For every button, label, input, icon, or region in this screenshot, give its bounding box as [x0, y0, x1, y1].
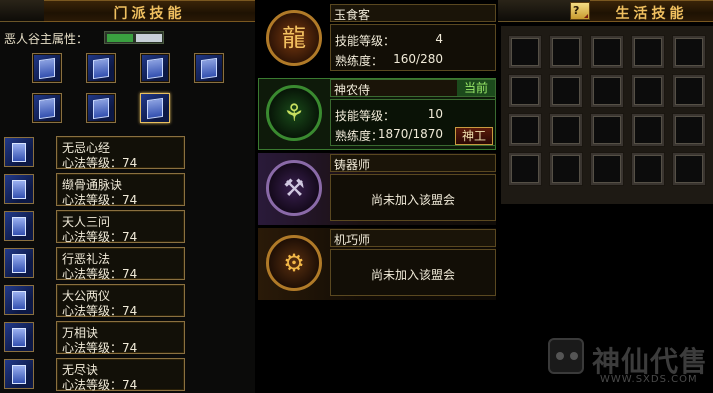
skill-card: 无尽诀 心法等级：74: [56, 358, 185, 392]
skill-book-icon[interactable]: [32, 93, 62, 123]
life-skill-slot[interactable]: [550, 36, 582, 68]
proficiency-label: 熟练度：: [335, 129, 384, 143]
life-skill-slot[interactable]: [591, 114, 623, 146]
sect-skill-row[interactable]: 行恶礼法 心法等级：74: [0, 247, 186, 281]
skill-book-icon: [4, 322, 34, 352]
skill-level: 心法等级：74: [62, 193, 138, 207]
sect-skill-row[interactable]: 无尽诀 心法等级：74: [0, 358, 186, 392]
skill-card: 大公两仪 心法等级：74: [56, 284, 185, 318]
profession-header: 机巧师: [330, 229, 496, 247]
skill-book-icon: [4, 248, 34, 278]
skill-book-icon[interactable]: [194, 53, 224, 83]
skill-level-label: 技能等级：: [335, 109, 396, 123]
life-skill-slot[interactable]: [550, 75, 582, 107]
life-skill-slot[interactable]: [591, 36, 623, 68]
life-skill-slot[interactable]: [591, 153, 623, 185]
skill-book-icon: [4, 137, 34, 167]
dragon-emblem-icon: 龍: [260, 4, 328, 72]
profession-body: 尚未加入该盟会: [330, 174, 496, 221]
shengong-button[interactable]: 神工: [455, 127, 493, 145]
profession-card-zhuqishi[interactable]: ⚒ 铸器师 尚未加入该盟会: [258, 153, 496, 225]
life-skill-slot[interactable]: [632, 36, 664, 68]
skill-book-icon: [4, 359, 34, 389]
profession-card-jiqiaoshi[interactable]: ⚙ 机巧师 尚未加入该盟会: [258, 228, 496, 300]
profession-body: 技能等级： 10 熟练度： 1870/1870 神工: [330, 99, 496, 146]
profession-name: 玉食客: [334, 8, 371, 22]
sect-property-label: 恶人谷主属性：: [4, 32, 89, 46]
mascot-icon: [548, 338, 584, 374]
life-skill-slot[interactable]: [632, 75, 664, 107]
life-skill-slot[interactable]: [632, 153, 664, 185]
skill-level: 心法等级：74: [62, 156, 138, 170]
help-icon: ?: [573, 4, 580, 17]
life-skill-slot[interactable]: [509, 36, 541, 68]
profession-header: 神农侍 当前: [330, 79, 496, 97]
gear-emblem-icon: ⚙: [260, 229, 328, 297]
skill-book-icon: [4, 174, 34, 204]
profession-header: 玉食客: [330, 4, 496, 22]
life-skill-slot[interactable]: [591, 75, 623, 107]
skill-book-icon[interactable]: [140, 53, 170, 83]
skill-card: 万相诀 心法等级：74: [56, 321, 185, 355]
sect-skill-row[interactable]: 天人三问 心法等级：74: [0, 210, 186, 244]
sect-skill-row[interactable]: 缬骨通脉诀 心法等级：74: [0, 173, 186, 207]
life-skill-slot[interactable]: [509, 114, 541, 146]
skill-book-icon: [4, 211, 34, 241]
skill-card: 缬骨通脉诀 心法等级：74: [56, 173, 185, 207]
skill-level-value: 10: [427, 107, 443, 121]
skill-card: 天人三问 心法等级：74: [56, 210, 185, 244]
life-skill-slot[interactable]: [550, 114, 582, 146]
life-skill-slot[interactable]: [673, 36, 705, 68]
profession-name: 神农侍: [334, 83, 371, 97]
life-skill-slot[interactable]: [673, 75, 705, 107]
proficiency-value: 1870/1870: [377, 127, 443, 141]
skill-level: 心法等级：74: [62, 230, 138, 244]
life-skill-slot[interactable]: [632, 114, 664, 146]
skill-level: 心法等级：74: [62, 267, 138, 281]
profession-card-yushike[interactable]: 龍 玉食客 技能等级： 4 熟练度： 160/280: [258, 3, 496, 75]
skill-level-label: 技能等级：: [335, 34, 396, 48]
left-panel-frame: [0, 0, 44, 22]
forge-emblem-icon: ⚒: [260, 154, 328, 222]
skill-card: 行恶礼法 心法等级：74: [56, 247, 185, 281]
life-skill-slot[interactable]: [550, 153, 582, 185]
profession-name: 铸器师: [334, 158, 371, 172]
sect-skill-row[interactable]: 无忌心经 心法等级：74: [0, 136, 186, 170]
life-skill-slot[interactable]: [509, 75, 541, 107]
skill-level: 心法等级：74: [62, 341, 138, 355]
skill-book-icon[interactable]: [86, 53, 116, 83]
profession-name: 机巧师: [334, 233, 371, 247]
skill-level: 心法等级：74: [62, 304, 138, 318]
profession-body: 尚未加入该盟会: [330, 249, 496, 296]
sect-skill-row[interactable]: 大公两仪 心法等级：74: [0, 284, 186, 318]
life-help-button[interactable]: ?: [570, 2, 590, 20]
sect-skill-title-bar: 门派技能: [44, 0, 255, 22]
sect-property-badge: [104, 31, 164, 44]
proficiency-value: 160/280: [393, 52, 443, 66]
sect-skill-row[interactable]: 万相诀 心法等级：74: [0, 321, 186, 355]
profession-body: 技能等级： 4 熟练度： 160/280: [330, 24, 496, 71]
profession-card-shennongshi[interactable]: ⚘ 神农侍 当前 技能等级： 10 熟练度： 1870/1870 神工: [258, 78, 496, 150]
watermark-logo: 神仙代售 WWW.SXDS.COM: [548, 338, 713, 393]
not-joined-message: 尚未加入该盟会: [370, 193, 455, 207]
not-joined-message: 尚未加入该盟会: [370, 268, 455, 282]
life-skill-title-bar: 生活技能: [590, 0, 713, 22]
skill-book-icon[interactable]: [86, 93, 116, 123]
skill-card: 无忌心经 心法等级：74: [56, 136, 185, 170]
skill-level-value: 4: [435, 32, 443, 46]
life-skill-slot[interactable]: [673, 114, 705, 146]
profession-header: 铸器师: [330, 154, 496, 172]
life-skill-slot[interactable]: [673, 153, 705, 185]
skill-book-icon: [4, 285, 34, 315]
sect-skill-title: 门派技能: [113, 6, 186, 22]
skill-level: 心法等级：74: [62, 378, 138, 392]
proficiency-label: 熟练度：: [335, 54, 384, 68]
life-skill-title: 生活技能: [615, 6, 688, 22]
skill-book-icon-selected[interactable]: [140, 93, 170, 123]
skill-book-icon[interactable]: [32, 53, 62, 83]
current-status-badge: 当前: [457, 80, 495, 96]
watermark-site: WWW.SXDS.COM: [600, 374, 698, 385]
herb-emblem-icon: ⚘: [260, 79, 328, 147]
life-skill-slot[interactable]: [509, 153, 541, 185]
